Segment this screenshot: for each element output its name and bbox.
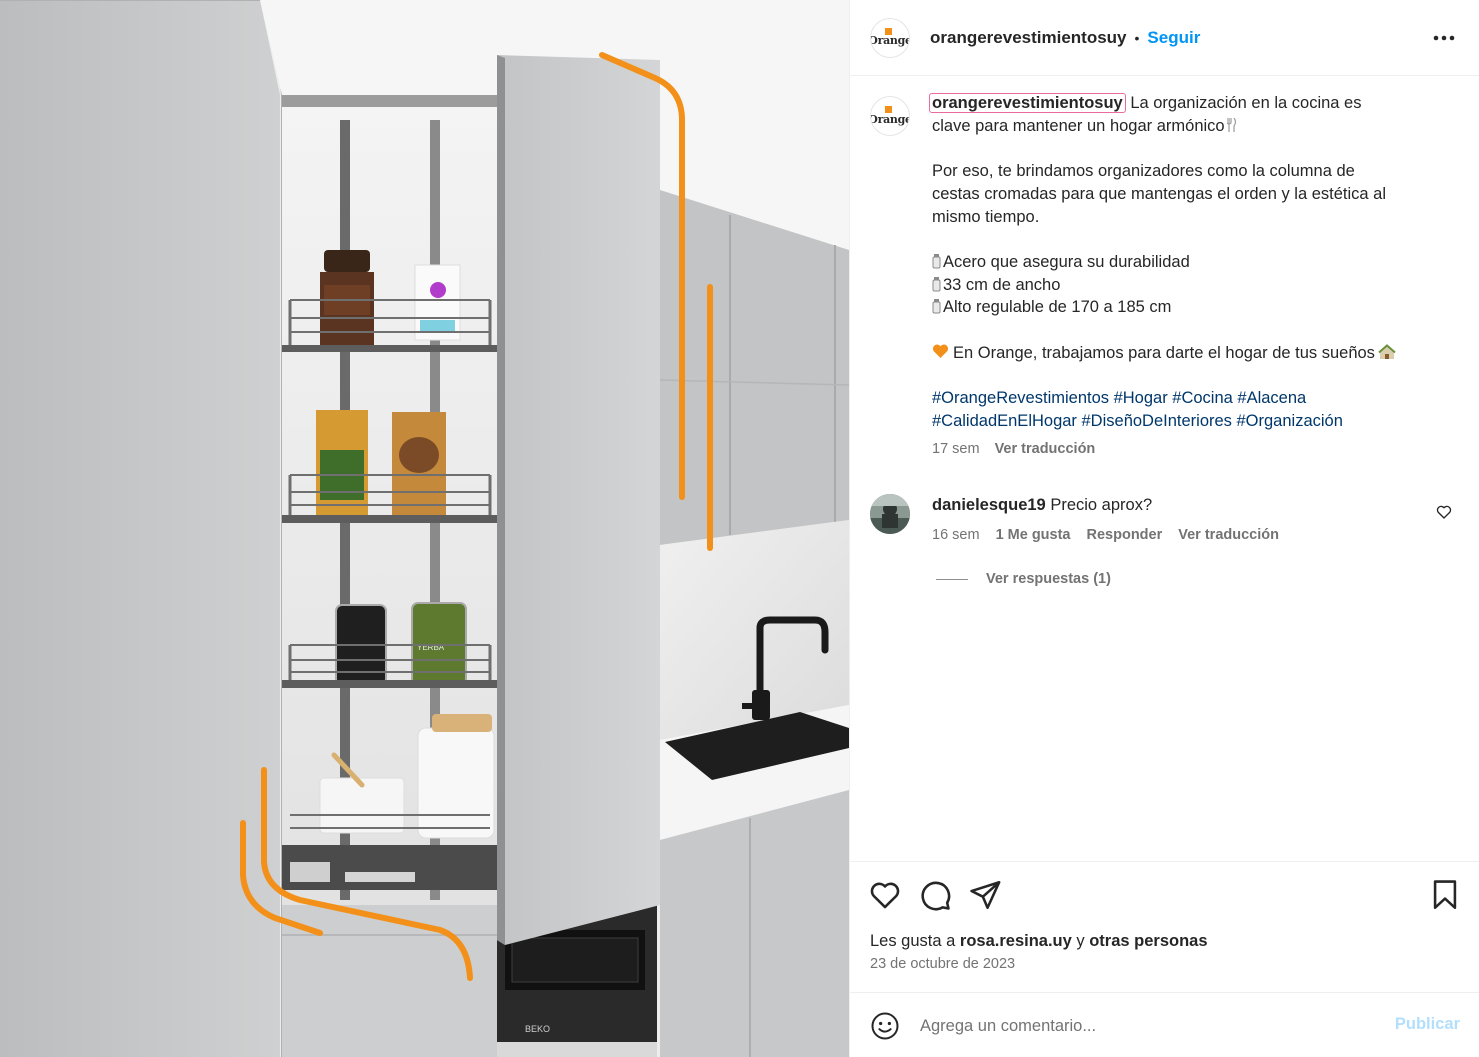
header-separator: • — [1134, 29, 1140, 46]
comment-like-heart-icon[interactable] — [1436, 504, 1452, 520]
caption-para-2-line-2: cestas cromadas para que mantengas el or… — [932, 184, 1387, 203]
account-avatar[interactable]: Orange — [870, 17, 910, 58]
comment-text: Precio aprox? — [1045, 496, 1153, 514]
view-replies-label: Ver respuestas (1) — [986, 571, 1111, 587]
publish-button[interactable]: Publicar — [1395, 1015, 1460, 1034]
view-replies-button[interactable]: Ver respuestas (1) — [936, 571, 1111, 587]
logo-text: Orange — [870, 112, 910, 126]
comment-body: danielesque19 Precio aprox? 16 sem 1 Me … — [932, 492, 1432, 548]
liked-by-prefix: Les gusta a — [870, 932, 960, 950]
add-comment-input[interactable] — [920, 1011, 1360, 1041]
liked-by-user[interactable]: rosa.resina.uy — [960, 932, 1072, 950]
house-icon — [1378, 343, 1396, 359]
liked-by-others[interactable]: otras personas — [1089, 932, 1207, 950]
caption-line-2: clave para mantener un hogar armónico — [932, 116, 1225, 135]
commenter-username[interactable]: danielesque19 — [932, 496, 1046, 514]
caption-meta: 17 sem Ver traducción — [932, 438, 1452, 461]
caption-translate-link[interactable]: Ver traducción — [995, 438, 1096, 461]
like-heart-icon[interactable] — [868, 878, 902, 912]
salt-shaker-icon — [932, 276, 941, 292]
caption-closing: En Orange, trabajamos para darte el hoga… — [953, 343, 1375, 362]
feature-3: Alto regulable de 170 a 185 cm — [943, 298, 1172, 317]
feature-2: 33 cm de ancho — [943, 275, 1061, 294]
comment-meta: 16 sem 1 Me gusta Responder Ver traducci… — [932, 522, 1432, 548]
emoji-icon[interactable] — [870, 1011, 900, 1041]
caption-avatar[interactable]: Orange — [870, 96, 910, 136]
salt-shaker-icon — [932, 299, 941, 314]
kitchen-pantry-illustration: BEKO YERBA — [0, 0, 849, 1057]
hashtags-line-2[interactable]: #CalidadEnElHogar #DiseñoDeInteriores #O… — [932, 410, 1452, 433]
save-bookmark-icon[interactable] — [1428, 878, 1462, 912]
comment-reply-button[interactable]: Responder — [1087, 522, 1163, 548]
share-send-icon[interactable] — [968, 878, 1002, 912]
caption-text: orangerevestimientosuy La organización e… — [929, 92, 1452, 461]
post-date[interactable]: 23 de octubre de 2023 — [870, 956, 1015, 972]
comment-likes[interactable]: 1 Me gusta — [996, 522, 1071, 548]
liked-by-summary: Les gusta a rosa.resina.uy y otras perso… — [870, 932, 1208, 951]
salt-shaker-icon — [932, 253, 941, 269]
account-username[interactable]: orangerevestimientosuy — [930, 28, 1127, 48]
oven-brand-label: BEKO — [525, 1024, 550, 1034]
fork-knife-icon — [1226, 117, 1236, 132]
post-actions — [850, 861, 1479, 993]
liked-by-and: y — [1071, 932, 1090, 950]
replies-divider — [936, 578, 968, 580]
caption-time[interactable]: 17 sem — [932, 438, 980, 461]
comment-time: 16 sem — [932, 527, 980, 543]
orange-heart-icon — [932, 344, 949, 358]
add-comment-bar: Publicar — [850, 992, 1479, 1057]
commenter-avatar[interactable] — [870, 494, 910, 534]
post-panel: Orange orangerevestimientosuy • Seguir O… — [849, 0, 1479, 1057]
caption-para-2-line-3: mismo tiempo. — [932, 207, 1040, 226]
more-options-icon[interactable] — [1430, 24, 1458, 52]
logo-text: Orange — [870, 34, 910, 47]
post-header: Orange orangerevestimientosuy • Seguir — [850, 0, 1479, 76]
follow-button[interactable]: Seguir — [1147, 28, 1200, 48]
caption-username[interactable]: orangerevestimientosuy — [929, 93, 1126, 113]
hashtags-line-1[interactable]: #OrangeRevestimientos #Hogar #Cocina #Al… — [932, 387, 1452, 410]
comment-translate-link[interactable]: Ver traducción — [1178, 522, 1279, 548]
feature-1: Acero que asegura su durabilidad — [943, 252, 1190, 271]
caption-line-1: La organización en la cocina es — [1125, 94, 1362, 112]
post-image: BEKO YERBA — [0, 0, 849, 1057]
comment-bubble-icon[interactable] — [918, 878, 952, 912]
caption-para-2-line-1: Por eso, te brindamos organizadores como… — [932, 162, 1355, 181]
